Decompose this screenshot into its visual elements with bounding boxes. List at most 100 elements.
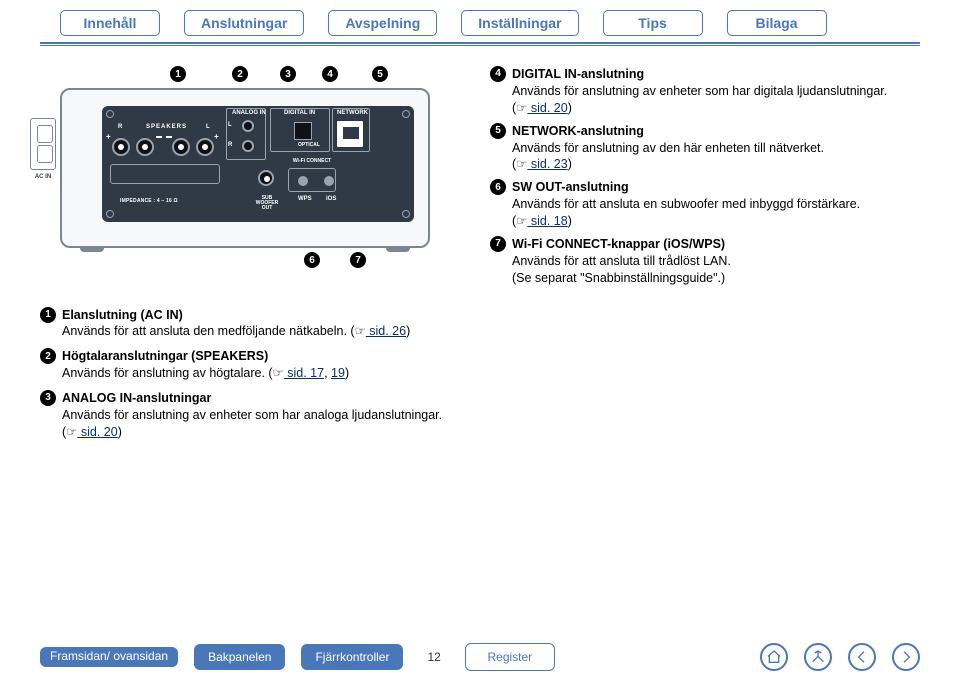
desc-item-7: 7 Wi-Fi CONNECT-knappar (iOS/WPS) Använd… xyxy=(490,236,920,287)
speaker-terminal xyxy=(196,138,214,156)
label-l2: L xyxy=(228,122,232,128)
back-to-top-icon[interactable] xyxy=(804,643,832,671)
bullet-2: 2 xyxy=(40,348,56,364)
callout-1: 1 xyxy=(170,66,186,82)
hand-icon: ☞ xyxy=(273,366,284,380)
ac-in-socket xyxy=(30,118,56,170)
label-r2: R xyxy=(228,142,232,148)
subwoofer-terminal xyxy=(258,170,274,186)
desc-title: Elanslutning (AC IN) xyxy=(62,308,183,322)
callout-6: 6 xyxy=(304,252,320,268)
desc-item-5: 5 NETWORK-anslutning Används för anslutn… xyxy=(490,123,920,174)
screw-icon xyxy=(106,110,114,118)
nav-register[interactable]: Register xyxy=(465,643,555,671)
nav-remote[interactable]: Fjärrkontroller xyxy=(301,644,403,670)
ref-suffix: ) xyxy=(568,214,572,228)
bullet-5: 5 xyxy=(490,123,506,139)
callout-3: 3 xyxy=(280,66,296,82)
minus-icon xyxy=(156,136,162,138)
ref-suffix: ) xyxy=(406,324,410,338)
desc-body: Används för att ansluta den medföljande … xyxy=(62,324,355,338)
desc-title: DIGITAL IN-anslutning xyxy=(512,67,644,81)
rca-r xyxy=(242,140,254,152)
desc-item-6: 6 SW OUT-anslutning Används för att ansl… xyxy=(490,179,920,230)
ref-suffix: ) xyxy=(118,425,122,439)
page-ref-link[interactable]: sid. 23 xyxy=(527,157,567,171)
callout-7: 7 xyxy=(350,252,366,268)
callout-2: 2 xyxy=(232,66,248,82)
nav-front-top[interactable]: Framsidan/ ovansidan xyxy=(40,647,178,666)
page-ref-link[interactable]: sid. 18 xyxy=(527,214,567,228)
page-ref-link[interactable]: sid. 20 xyxy=(527,101,567,115)
hand-icon: ☞ xyxy=(66,425,77,439)
label-r: R xyxy=(118,124,122,130)
diagram-column: 1 2 3 4 5 AC IN ANALOG IN DIGITAL IN NET… xyxy=(60,66,460,293)
prev-page-icon[interactable] xyxy=(848,643,876,671)
ref-suffix: ) xyxy=(568,157,572,171)
ios-button-icon xyxy=(324,176,334,186)
label-digital-in: DIGITAL IN xyxy=(284,110,315,116)
bullet-1: 1 xyxy=(40,307,56,323)
tab-innehall[interactable]: Innehåll xyxy=(60,10,160,36)
rear-panel-plate: ANALOG IN DIGITAL IN NETWORK SPEAKERS R … xyxy=(102,106,414,222)
desc-item-3: 3 ANALOG IN-anslutningar Används för ans… xyxy=(40,390,960,441)
tab-bilaga[interactable]: Bilaga xyxy=(727,10,827,36)
hand-icon: ☞ xyxy=(516,214,527,228)
hand-icon: ☞ xyxy=(516,157,527,171)
label-network: NETWORK xyxy=(337,110,368,116)
desc-title: Wi-Fi CONNECT-knappar (iOS/WPS) xyxy=(512,237,725,251)
speaker-terminal xyxy=(172,138,190,156)
label-subwoofer-out: SUB WOOFER OUT xyxy=(250,196,284,211)
speaker-terminal xyxy=(112,138,130,156)
desc-item-2: 2 Högtalaranslutningar (SPEAKERS) Använd… xyxy=(40,348,960,382)
foot-right xyxy=(386,246,410,252)
ref-suffix: ) xyxy=(568,101,572,115)
tab-tips[interactable]: Tips xyxy=(603,10,703,36)
minus-icon xyxy=(166,136,172,138)
desc-body: Används för anslutning av enheter som ha… xyxy=(512,84,887,98)
label-l: L xyxy=(206,124,210,130)
desc-title: ANALOG IN-anslutningar xyxy=(62,391,211,405)
callout-4: 4 xyxy=(322,66,338,82)
label-wifi-connect: Wi-Fi CONNECT xyxy=(292,158,332,164)
label-speakers: SPEAKERS xyxy=(146,124,187,130)
label-analog-in: ANALOG IN xyxy=(232,110,266,116)
page-ref-link[interactable]: sid. 17 xyxy=(284,366,324,380)
optical-port xyxy=(294,122,312,140)
screw-icon xyxy=(402,110,410,118)
device-rear-panel: AC IN ANALOG IN DIGITAL IN NETWORK SPEAK… xyxy=(60,88,430,248)
desc-title: Högtalaranslutningar (SPEAKERS) xyxy=(62,349,268,363)
callout-5: 5 xyxy=(372,66,388,82)
desc-body: Används för anslutning av enheter som ha… xyxy=(62,408,442,422)
screw-icon xyxy=(402,210,410,218)
label-optical: OPTICAL xyxy=(298,142,320,148)
desc-title: NETWORK-anslutning xyxy=(512,124,644,138)
desc-item-1: 1 Elanslutning (AC IN) Används för att a… xyxy=(40,307,960,341)
callouts-top: 1 2 3 4 5 xyxy=(170,66,460,82)
right-descriptions: 4 DIGITAL IN-anslutning Används för ansl… xyxy=(490,66,920,293)
hand-icon: ☞ xyxy=(355,324,366,338)
bullet-6: 6 xyxy=(490,179,506,195)
page-ref-link[interactable]: sid. 26 xyxy=(366,324,406,338)
tab-anslutningar[interactable]: Anslutningar xyxy=(184,10,304,36)
desc-title: SW OUT-anslutning xyxy=(512,180,629,194)
nav-back-panel[interactable]: Bakpanelen xyxy=(194,644,285,670)
desc-body: Används för anslutning av den här enhete… xyxy=(512,141,824,155)
tab-avspelning[interactable]: Avspelning xyxy=(328,10,437,36)
label-impedance: IMPEDANCE : 4 – 16 Ω xyxy=(120,198,178,204)
ac-in-label: AC IN xyxy=(28,174,58,180)
speaker-bar xyxy=(110,164,220,184)
left-descriptions: 1 Elanslutning (AC IN) Används för att a… xyxy=(40,307,960,441)
home-icon[interactable] xyxy=(760,643,788,671)
callouts-bottom: 6 7 xyxy=(304,252,460,268)
tab-installningar[interactable]: Inställningar xyxy=(461,10,578,36)
label-wps: WPS xyxy=(298,196,312,202)
plus-icon: + xyxy=(214,132,219,141)
hand-icon: ☞ xyxy=(516,101,527,115)
ref-suffix: ) xyxy=(345,366,349,380)
speaker-terminal xyxy=(136,138,154,156)
page-ref-link[interactable]: 19 xyxy=(331,366,345,380)
bullet-4: 4 xyxy=(490,66,506,82)
next-page-icon[interactable] xyxy=(892,643,920,671)
page-ref-link[interactable]: sid. 20 xyxy=(77,425,117,439)
